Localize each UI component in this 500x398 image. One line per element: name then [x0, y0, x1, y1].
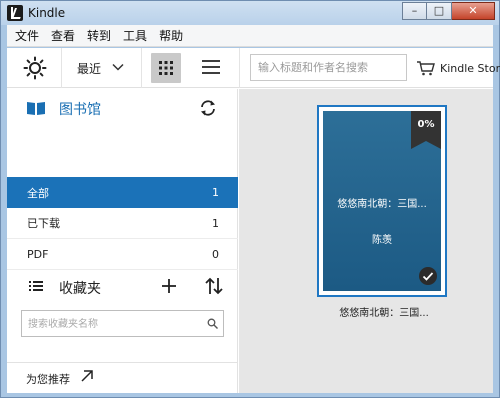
close-icon: ✕	[468, 4, 478, 17]
sun-icon[interactable]	[23, 56, 47, 80]
library-search-input[interactable]	[250, 54, 407, 81]
downloaded-check-icon	[419, 267, 437, 285]
kindle-app-icon	[7, 5, 23, 21]
window-title: Kindle	[28, 6, 66, 20]
toolbar-divider	[61, 48, 62, 88]
menu-view[interactable]: 查看	[51, 27, 75, 44]
collection-search-box[interactable]	[21, 310, 224, 337]
maximize-icon: □	[433, 4, 445, 17]
cover-author: 陈羡	[372, 235, 392, 246]
collections-header: 收藏夹	[7, 268, 238, 304]
library-title[interactable]: 图书馆	[59, 99, 101, 119]
close-button[interactable]: ✕	[452, 2, 495, 20]
toolbar-divider	[141, 48, 142, 88]
book-cover: 0% 悠悠南北朝：三国... 陈羡	[323, 111, 441, 291]
book-item[interactable]: 0% 悠悠南北朝：三国... 陈羡	[317, 105, 447, 297]
sort-arrows-icon[interactable]	[204, 277, 224, 295]
app-window: Kindle – □ ✕ 文件 查看 转到 工具 帮助 最近 输入标题和作者名搜…	[0, 0, 500, 398]
collections-list-icon	[29, 281, 43, 291]
recommendations-link[interactable]: 为您推荐	[7, 362, 238, 393]
menu-bar: 文件 查看 转到 工具 帮助	[7, 25, 493, 47]
grid-view-button[interactable]	[151, 53, 181, 83]
filter-count: 1	[212, 216, 219, 230]
window-controls: – □ ✕	[402, 2, 495, 20]
library-header: 图书馆	[7, 89, 238, 127]
list-view-icon[interactable]	[200, 56, 222, 78]
title-bar: Kindle – □ ✕	[1, 1, 499, 25]
maximize-button[interactable]: □	[427, 2, 452, 20]
menu-help[interactable]: 帮助	[159, 27, 183, 44]
external-arrow-icon	[81, 370, 93, 382]
minimize-button[interactable]: –	[402, 2, 427, 20]
book-title-caption[interactable]: 悠悠南北朝：三国...	[309, 304, 459, 319]
toolbar: 最近 输入标题和作者名搜索 Kindle Store	[7, 48, 500, 88]
menu-tools[interactable]: 工具	[123, 27, 147, 44]
book-open-icon	[27, 102, 45, 115]
cart-icon	[417, 61, 435, 76]
chevron-down-icon[interactable]	[111, 60, 125, 74]
sort-dropdown[interactable]: 最近	[77, 60, 101, 77]
collection-search-input[interactable]	[28, 316, 198, 332]
collections-title[interactable]: 收藏夹	[59, 278, 101, 298]
search-icon	[207, 318, 218, 329]
filter-count: 0	[212, 247, 219, 261]
sync-icon[interactable]	[199, 99, 217, 117]
filter-label: PDF	[27, 247, 49, 261]
filter-label: 全部	[27, 186, 49, 200]
menu-goto[interactable]: 转到	[87, 27, 111, 44]
progress-badge: 0%	[411, 111, 441, 149]
progress-percent: 0%	[417, 119, 435, 130]
recommendations-label: 为您推荐	[26, 373, 70, 386]
minimize-icon: –	[411, 4, 418, 17]
filter-label: 已下载	[27, 217, 60, 230]
plus-icon[interactable]	[161, 278, 177, 294]
menu-file[interactable]: 文件	[15, 27, 39, 44]
library-grid: 0% 悠悠南北朝：三国... 陈羡 悠悠南北朝：三国...	[239, 89, 493, 393]
grid-icon	[159, 61, 173, 75]
filter-count: 1	[212, 186, 219, 199]
main-content: 最近 输入标题和作者名搜索 Kindle Store 图书馆 全部 1 已下载 …	[7, 48, 500, 393]
filter-downloaded[interactable]: 已下载 1	[7, 208, 238, 239]
sidebar: 图书馆 全部 1 已下载 1 PDF 0 收藏夹 搜索收藏夹名称 为您推荐	[7, 89, 238, 393]
kindle-store-button[interactable]: Kindle Store	[416, 57, 500, 79]
kindle-store-label: Kindle Store	[440, 61, 500, 75]
filter-all[interactable]: 全部 1	[7, 177, 238, 208]
cover-title: 悠悠南北朝：三国...	[337, 199, 427, 210]
filter-pdf[interactable]: PDF 0	[7, 239, 238, 270]
toolbar-divider	[239, 48, 240, 88]
